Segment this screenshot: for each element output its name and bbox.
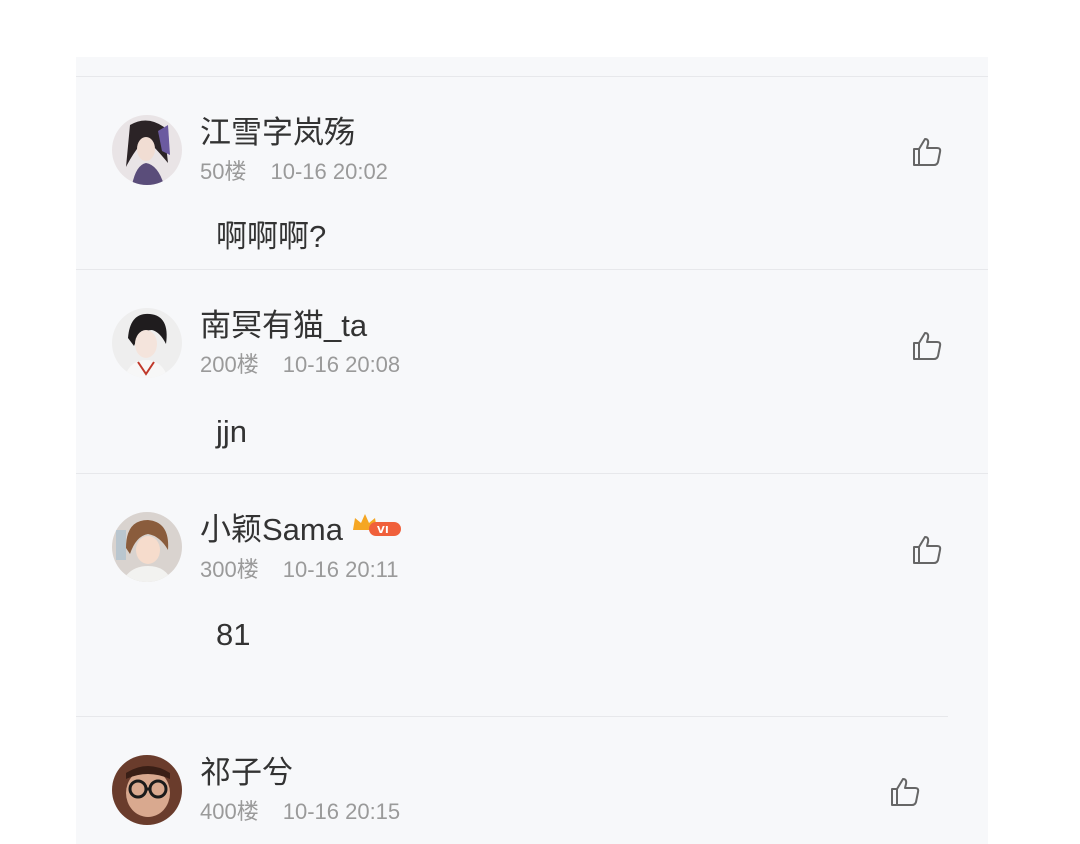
comment-text: 81 (216, 617, 251, 652)
username-text: 江雪字岚殇 (200, 115, 355, 150)
avatar[interactable] (112, 755, 182, 825)
like-button[interactable] (910, 135, 944, 169)
vip-badge-icon: V I (351, 512, 403, 543)
username[interactable]: 江雪字岚殇 (200, 117, 355, 148)
thumbs-up-icon (913, 138, 942, 166)
like-button[interactable] (910, 533, 944, 567)
avatar[interactable] (112, 512, 182, 582)
floor-number: 300楼 (200, 557, 259, 582)
floor-number: 400楼 (200, 799, 259, 824)
floor-number: 50楼 (200, 159, 247, 184)
svg-text:I: I (385, 525, 389, 536)
username[interactable]: 南冥有猫_ta (200, 310, 367, 341)
username-text: 南冥有猫_ta (200, 308, 368, 343)
comment-item: 小颖Sama V I 300楼 10-16 20:11 81 (76, 474, 988, 716)
comment-item: 南冥有猫_ta 200楼 10-16 20:08 jjn (76, 270, 988, 473)
comment-text: 啊啊啊? (216, 219, 327, 254)
timestamp: 10-16 20:02 (270, 159, 388, 184)
username[interactable]: 小颖Sama V I (200, 514, 403, 547)
comment-item: 江雪字岚殇 50楼 10-16 20:02 啊啊啊? (76, 77, 988, 269)
timestamp: 10-16 20:08 (282, 352, 401, 377)
floor-number: 200楼 (200, 352, 259, 377)
comment-meta: 200楼 10-16 20:08 (200, 354, 400, 376)
avatar[interactable] (112, 115, 182, 185)
username-text: 小颖Sama (200, 512, 343, 547)
comment-meta: 300楼 10-16 20:11 (200, 559, 399, 581)
avatar[interactable] (112, 308, 182, 378)
comment-item: 祁子兮 400楼 10-16 20:15 (76, 717, 988, 844)
username[interactable]: 祁子兮 (200, 757, 293, 788)
thumbs-up-icon (913, 332, 942, 360)
comment-meta: 400楼 10-16 20:15 (200, 801, 400, 823)
like-button[interactable] (888, 775, 922, 809)
comment-meta: 50楼 10-16 20:02 (200, 161, 388, 183)
like-button[interactable] (910, 329, 944, 363)
thumbs-up-icon (913, 536, 942, 564)
comment-text: jjn (216, 414, 248, 449)
timestamp: 10-16 20:11 (282, 557, 399, 582)
svg-text:V: V (377, 525, 385, 536)
thumbs-up-icon (891, 778, 920, 806)
username-text: 祁子兮 (200, 755, 293, 790)
timestamp: 10-16 20:15 (282, 799, 401, 824)
